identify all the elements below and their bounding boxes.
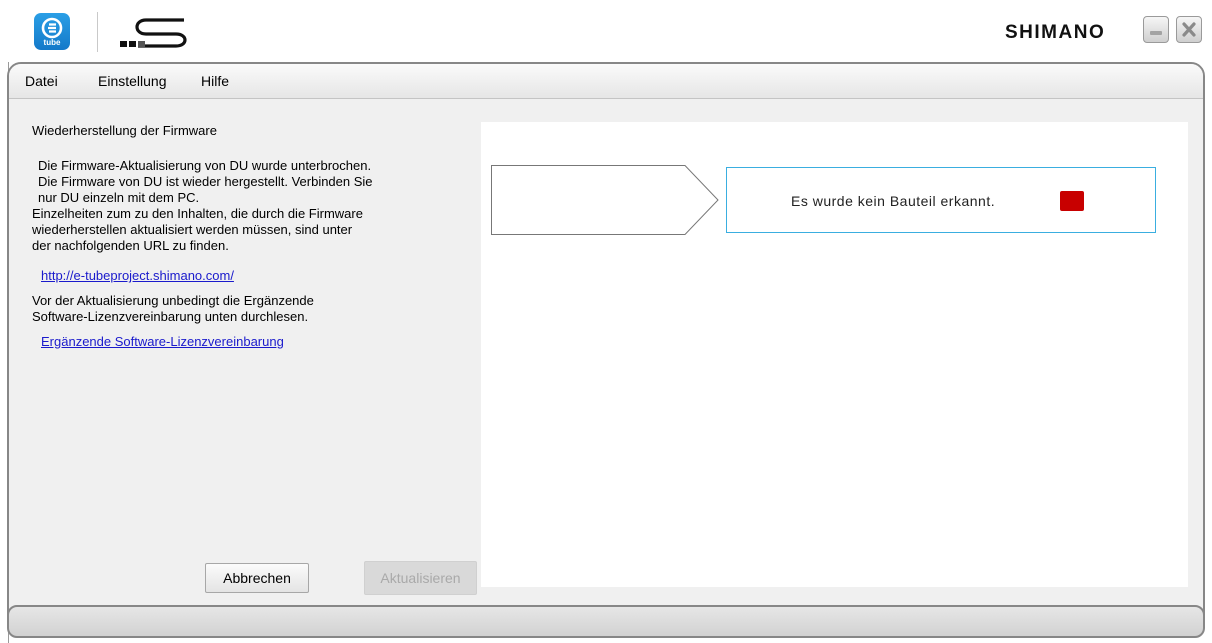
- connection-panel: Es wurde kein Bauteil erkannt.: [481, 122, 1188, 587]
- menu-hilfe[interactable]: Hilfe: [201, 73, 229, 89]
- app-window: Datei Einstellung Hilfe Wiederherstellun…: [7, 62, 1205, 615]
- message-line: Die Firmware von DU ist wieder hergestel…: [38, 174, 373, 189]
- title-divider: [97, 12, 98, 52]
- license-link[interactable]: Ergänzende Software-Lizenzvereinbarung: [41, 334, 284, 350]
- status-bar: [7, 605, 1205, 638]
- minimize-button[interactable]: [1143, 16, 1169, 43]
- message-line: Einzelheiten zum zu den Inhalten, die du…: [32, 206, 363, 221]
- url-link[interactable]: http://e-tubeproject.shimano.com/: [41, 268, 234, 284]
- message-line: nur DU einzeln mit dem PC.: [38, 190, 200, 205]
- message-line: der nachfolgenden URL zu finden.: [32, 238, 229, 253]
- notice-line: Vor der Aktualisierung unbedingt die Erg…: [32, 293, 314, 308]
- menu-einstellung[interactable]: Einstellung: [98, 73, 167, 89]
- status-indicator: [1060, 191, 1084, 211]
- e-tube-logo-icon: [41, 17, 63, 39]
- notice-line: Software-Lizenzvereinbarung unten durchl…: [32, 309, 309, 324]
- menu-bar: Datei Einstellung Hilfe: [9, 64, 1203, 99]
- menu-datei[interactable]: Datei: [25, 73, 58, 89]
- firmware-restore-panel: Wiederherstellung der Firmware Die Firmw…: [19, 109, 477, 602]
- title-bar: tube SHIMANO: [0, 0, 1212, 62]
- cancel-button[interactable]: Abbrechen: [205, 563, 309, 593]
- close-icon: [1182, 22, 1196, 37]
- panel-heading: Wiederherstellung der Firmware: [32, 123, 217, 138]
- di2-logo: [120, 18, 187, 48]
- update-button[interactable]: Aktualisieren: [364, 561, 477, 595]
- minimize-icon: [1150, 31, 1162, 35]
- message-line: Die Firmware-Aktualisierung von DU wurde…: [38, 158, 372, 173]
- status-text: Es wurde kein Bauteil erkannt.: [791, 193, 996, 209]
- shimano-brand: SHIMANO: [1005, 22, 1106, 43]
- e-tube-logo: tube: [34, 13, 70, 50]
- e-tube-logo-label: tube: [43, 38, 61, 47]
- message-line: wiederherstellen aktualisiert werden müs…: [32, 222, 353, 237]
- connection-arrow: [491, 165, 719, 235]
- close-button[interactable]: [1176, 16, 1202, 43]
- detection-status-box: Es wurde kein Bauteil erkannt.: [726, 167, 1156, 233]
